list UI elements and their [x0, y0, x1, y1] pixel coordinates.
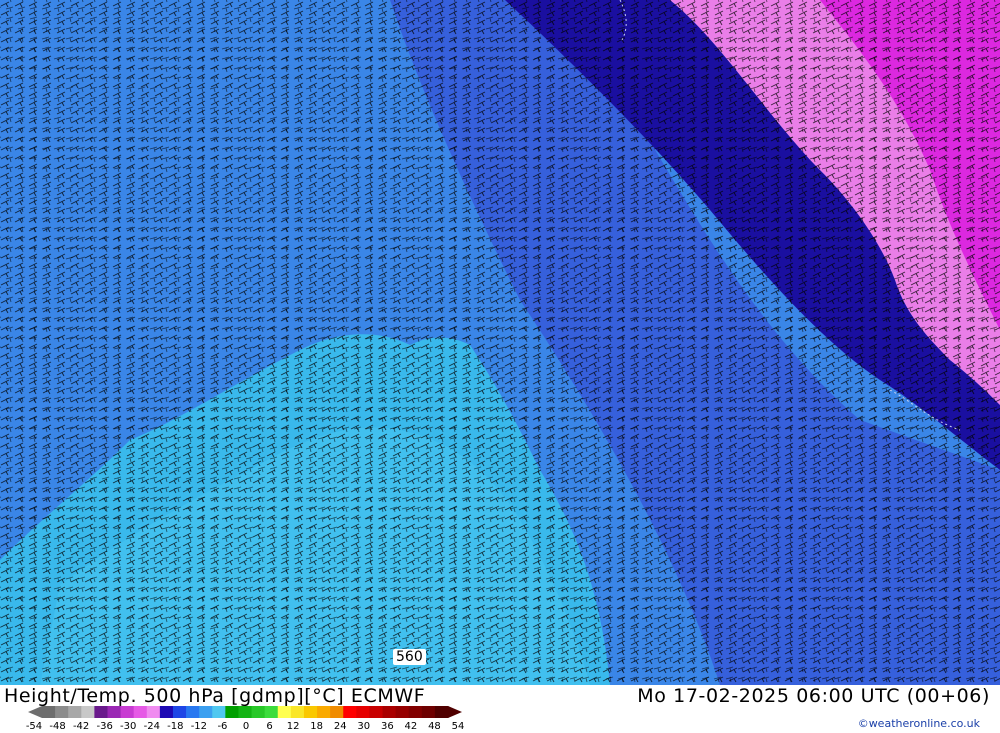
legend-swatch: [395, 706, 410, 718]
credit-link[interactable]: ©weatheronline.co.uk: [858, 717, 980, 730]
legend-tick: -54: [25, 721, 43, 732]
legend-swatch: [251, 706, 266, 718]
legend-swatch: [146, 706, 161, 718]
legend-tick: -30: [120, 721, 137, 732]
legend-tick: -12: [190, 721, 208, 732]
legend-tick: 48: [428, 721, 441, 732]
legend-swatch: [264, 706, 279, 718]
legend-arrow-right: [448, 706, 462, 718]
legend-swatch: [225, 706, 239, 718]
legend-swatch: [277, 706, 292, 718]
legend-swatch: [317, 706, 331, 718]
color-legend-bar: [28, 706, 462, 718]
legend-swatch: [238, 706, 253, 718]
legend-swatch: [290, 706, 305, 718]
legend-swatch: [356, 706, 370, 718]
legend-tick: 54: [451, 721, 465, 732]
legend-tick: 18: [310, 721, 324, 732]
legend-swatch: [434, 706, 449, 718]
map-canvas: [0, 0, 1000, 685]
legend-swatch: [172, 706, 187, 718]
legend-swatch: [120, 706, 135, 718]
legend-swatch: [186, 706, 200, 718]
legend-tick: -42: [72, 721, 90, 732]
legend-tick: -36: [96, 721, 113, 732]
legend-arrow-left: [28, 706, 42, 718]
legend-swatch: [303, 706, 318, 718]
legend-swatch: [330, 706, 344, 718]
legend-tick: -6: [217, 721, 228, 732]
legend-swatch: [408, 706, 423, 718]
legend-swatch: [369, 706, 384, 718]
legend-swatch: [382, 706, 397, 718]
legend-tick: -24: [143, 721, 160, 732]
legend-swatch: [159, 706, 174, 718]
contour-label-560: 560: [393, 649, 426, 665]
legend-swatch: [343, 706, 357, 718]
legend-tick: 12: [286, 721, 300, 732]
map-footer: Height/Temp. 500 hPa [gdmp][°C] ECMWF Mo…: [0, 685, 1000, 733]
legend-tick: 36: [380, 721, 394, 732]
legend-swatch: [421, 706, 436, 718]
wind-barbs-secondary: [0, 0, 1000, 685]
legend-tick: 6: [266, 721, 273, 732]
legend-swatch: [42, 706, 56, 718]
weather-map: 560: [0, 0, 1000, 685]
legend-tick: 0: [242, 721, 250, 732]
map-title: Height/Temp. 500 hPa [gdmp][°C] ECMWF: [4, 685, 426, 707]
legend-swatch: [68, 706, 82, 718]
legend-tick: 30: [357, 721, 371, 732]
legend-swatch: [107, 706, 122, 718]
legend-swatch: [212, 706, 226, 718]
map-datetime: Mo 17-02-2025 06:00 UTC (00+06): [637, 685, 990, 707]
legend-tick-labels: -54 -48 -42 -36 -30 -24 -18 -12 -6 0 6 12 18 24 30 36 42…: [26, 721, 465, 733]
legend-swatch: [55, 706, 69, 718]
legend-tick: -18: [167, 721, 184, 732]
legend-swatch: [94, 706, 108, 718]
legend-tick: -48: [49, 721, 66, 732]
legend-tick: 24: [333, 721, 347, 732]
legend-swatch: [81, 706, 95, 718]
legend-swatch: [199, 706, 213, 718]
legend-swatch: [133, 706, 148, 718]
legend-tick: 42: [404, 721, 418, 732]
